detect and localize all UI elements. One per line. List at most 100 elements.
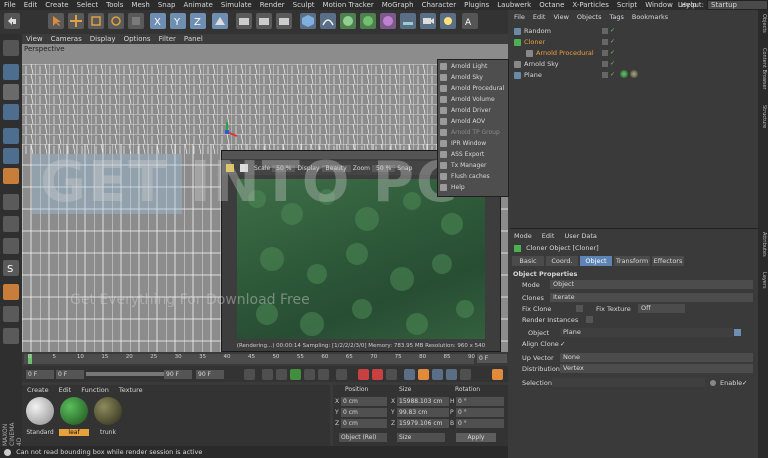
menu-sculpt[interactable]: Sculpt — [289, 0, 319, 10]
scale-key-icon[interactable] — [418, 369, 429, 380]
object-menu-tags[interactable]: Tags — [605, 13, 627, 21]
fix-clone-checkbox[interactable] — [576, 305, 583, 312]
object-menu-objects[interactable]: Objects — [573, 13, 606, 21]
next-key-icon[interactable] — [318, 369, 329, 380]
render-settings-icon[interactable] — [276, 13, 292, 29]
recent-tools-icon[interactable] — [128, 13, 144, 29]
pos-y-field[interactable]: 0 cm — [341, 408, 387, 417]
make-editable-icon[interactable] — [3, 40, 19, 56]
texture-mode-icon[interactable] — [3, 84, 19, 100]
rot-b-field[interactable]: 0 ° — [456, 419, 504, 428]
tweak-icon[interactable] — [3, 216, 19, 232]
viewport-menu-cameras[interactable]: Cameras — [47, 34, 86, 44]
selection-field[interactable] — [552, 378, 705, 387]
parameter-key-icon[interactable] — [446, 369, 457, 380]
y-axis-lock-icon[interactable]: Y — [170, 13, 186, 29]
snap-icon[interactable]: S — [3, 260, 19, 276]
enabled-check-icon[interactable]: ✓ — [610, 61, 616, 67]
rot-h-field[interactable]: 0 ° — [456, 397, 504, 406]
tab-basic[interactable]: Basic — [512, 256, 544, 266]
material-menu-edit[interactable]: Edit — [54, 386, 77, 394]
object-row-arnold-sky[interactable]: Arnold Sky — [514, 59, 559, 69]
visibility-toggle[interactable] — [602, 61, 608, 67]
menu-item-ipr-window[interactable]: IPR Window — [438, 138, 508, 149]
menu-item-arnold-driver[interactable]: Arnold Driver — [438, 105, 508, 116]
polygons-mode-icon[interactable] — [3, 168, 19, 184]
menu-window[interactable]: Window — [641, 0, 677, 10]
menu-item-arnold-light[interactable]: Arnold Light — [438, 61, 508, 72]
attr-menu-edit[interactable]: Edit — [538, 232, 559, 240]
play-forward-icon[interactable] — [290, 369, 301, 380]
x-axis-lock-icon[interactable]: X — [150, 13, 166, 29]
enabled-check-icon[interactable]: ✓ — [610, 50, 616, 56]
object-menu-file[interactable]: File — [510, 13, 529, 21]
menu-item-arnold-aov[interactable]: Arnold AOV — [438, 116, 508, 127]
menu-plugins[interactable]: Plugins — [460, 0, 493, 10]
menu-edit[interactable]: Edit — [20, 0, 42, 10]
size-x-field[interactable]: 15988.103 cm — [397, 397, 449, 406]
auto-keying-icon[interactable] — [372, 369, 383, 380]
enabled-check-icon[interactable]: ✓ — [610, 28, 616, 34]
rotate-icon[interactable] — [108, 13, 124, 29]
tab-object[interactable]: Object — [580, 256, 612, 266]
pla-key-icon[interactable] — [460, 369, 471, 380]
visibility-toggle[interactable] — [602, 39, 608, 45]
points-mode-icon[interactable] — [3, 128, 19, 144]
object-link-field[interactable]: Plane — [560, 328, 733, 337]
side-tab-structure[interactable]: Structure — [759, 105, 767, 128]
object-row-cloner[interactable]: Cloner — [514, 37, 545, 47]
pos-x-field[interactable]: 0 cm — [341, 397, 387, 406]
side-tab-objects[interactable]: Objects — [759, 14, 767, 33]
pen-spline-icon[interactable] — [320, 13, 336, 29]
layout-dropdown[interactable]: Startup — [707, 0, 768, 10]
next-frame-icon[interactable] — [304, 369, 315, 380]
menu-octane[interactable]: Octane — [535, 0, 568, 10]
material-menu-texture[interactable]: Texture — [114, 386, 148, 394]
clones-dropdown[interactable]: Iterate — [550, 293, 753, 302]
material-trunk-swatch[interactable] — [94, 397, 122, 425]
mode-dropdown[interactable]: Object — [550, 280, 753, 289]
keyframe-selection-icon[interactable] — [386, 369, 397, 380]
enable-check-icon[interactable]: ✓ — [742, 378, 747, 388]
max-frame-field[interactable]: 90 F — [164, 370, 192, 379]
arnold-icon[interactable]: A — [462, 13, 478, 29]
object-menu-view[interactable]: View — [549, 13, 572, 21]
size-z-field[interactable]: 15979.106 cm — [397, 419, 449, 428]
enabled-check-icon[interactable]: ✓ — [610, 39, 616, 45]
fix-texture-dropdown[interactable]: Off — [638, 304, 685, 313]
trunk-material-tag-icon[interactable] — [630, 70, 638, 78]
tab-coord[interactable]: Coord. — [546, 256, 578, 266]
coordinate-system-icon[interactable] — [212, 13, 228, 29]
enabled-check-icon[interactable]: ✓ — [610, 72, 616, 78]
menu-script[interactable]: Script — [613, 0, 641, 10]
menu-snap[interactable]: Snap — [154, 0, 180, 10]
menu-x-particles[interactable]: X-Particles — [568, 0, 612, 10]
material-menu-function[interactable]: Function — [76, 386, 114, 394]
scale-icon[interactable] — [88, 13, 104, 29]
menu-character[interactable]: Character — [418, 0, 461, 10]
tab-effectors[interactable]: Effectors — [652, 256, 684, 266]
align-clone-check-icon[interactable]: ✓ — [560, 339, 565, 349]
attr-menu-mode[interactable]: Mode — [510, 232, 536, 240]
viewport-solo-icon[interactable] — [3, 238, 19, 254]
menu-item-flush-caches[interactable]: Flush caches — [438, 171, 508, 182]
menu-create[interactable]: Create — [41, 0, 72, 10]
material-standard-swatch[interactable] — [26, 397, 54, 425]
start-frame-field[interactable]: 0 F — [26, 370, 54, 379]
material-leaf-swatch[interactable] — [60, 397, 88, 425]
planar-workplane-icon[interactable] — [3, 328, 19, 344]
tab-transform[interactable]: Transform — [614, 256, 650, 266]
menu-render[interactable]: Render — [256, 0, 289, 10]
prev-frame-icon[interactable] — [276, 369, 287, 380]
menu-item-arnold-tp-group[interactable]: Arnold TP Group — [438, 127, 508, 138]
menu-item-ass-export[interactable]: ASS Export — [438, 149, 508, 160]
visibility-toggle[interactable] — [602, 28, 608, 34]
menu-item-arnold-sky[interactable]: Arnold Sky — [438, 72, 508, 83]
object-row-arnold-procedural[interactable]: Arnold Procedural — [526, 48, 594, 58]
menu-select[interactable]: Select — [73, 0, 103, 10]
go-to-start-icon[interactable] — [244, 369, 255, 380]
material-menu-create[interactable]: Create — [22, 386, 54, 394]
array-icon[interactable] — [360, 13, 376, 29]
lock-workplane-icon[interactable] — [3, 306, 19, 322]
render-picture-viewer-icon[interactable] — [256, 13, 272, 29]
